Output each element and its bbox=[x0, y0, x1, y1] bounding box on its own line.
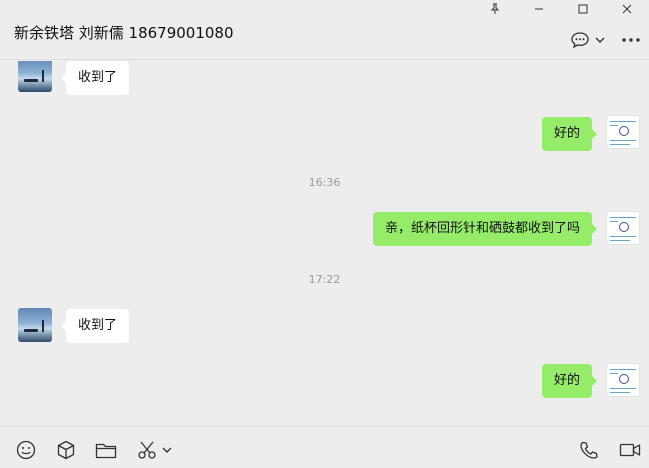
contact-avatar[interactable] bbox=[18, 61, 52, 92]
chat-header: 新余铁塔 刘新儒 18679001080 bbox=[0, 0, 649, 60]
scissors-icon[interactable] bbox=[136, 439, 158, 461]
chevron-down-icon[interactable] bbox=[160, 439, 174, 461]
message-list[interactable]: 收到了 好的 16:36 亲，纸杯回形针和硒鼓都收到了吗 17:22 收到了 好… bbox=[0, 61, 649, 426]
message-bubble-incoming[interactable]: 收到了 bbox=[60, 61, 130, 95]
my-avatar[interactable] bbox=[606, 211, 640, 245]
my-avatar[interactable] bbox=[606, 115, 640, 149]
contact-avatar[interactable] bbox=[18, 308, 52, 342]
window-controls bbox=[473, 0, 649, 18]
my-avatar[interactable] bbox=[606, 363, 640, 397]
input-toolbar bbox=[0, 426, 649, 468]
header-actions bbox=[569, 30, 643, 50]
message-bubble-outgoing[interactable]: 好的 bbox=[541, 364, 598, 398]
message-bubble-outgoing[interactable]: 好的 bbox=[541, 117, 598, 151]
folder-icon[interactable] bbox=[95, 439, 117, 461]
more-icon[interactable] bbox=[619, 30, 643, 50]
video-icon[interactable] bbox=[618, 439, 642, 461]
package-icon[interactable] bbox=[55, 439, 77, 461]
pin-icon[interactable] bbox=[473, 0, 517, 18]
timestamp: 16:36 bbox=[308, 176, 341, 189]
phone-icon[interactable] bbox=[578, 439, 600, 461]
maximize-icon[interactable] bbox=[561, 0, 605, 18]
emoji-icon[interactable] bbox=[15, 439, 37, 461]
timestamp: 17:22 bbox=[308, 273, 341, 286]
message-bubble-incoming[interactable]: 收到了 bbox=[60, 309, 130, 343]
minimize-icon[interactable] bbox=[517, 0, 561, 18]
message-bubble-outgoing[interactable]: 亲，纸杯回形针和硒鼓都收到了吗 bbox=[372, 212, 598, 246]
chat-title: 新余铁塔 刘新儒 18679001080 bbox=[14, 24, 234, 42]
chevron-down-icon[interactable] bbox=[593, 30, 607, 50]
close-icon[interactable] bbox=[605, 0, 649, 18]
chat-bubble-icon[interactable] bbox=[569, 30, 591, 50]
